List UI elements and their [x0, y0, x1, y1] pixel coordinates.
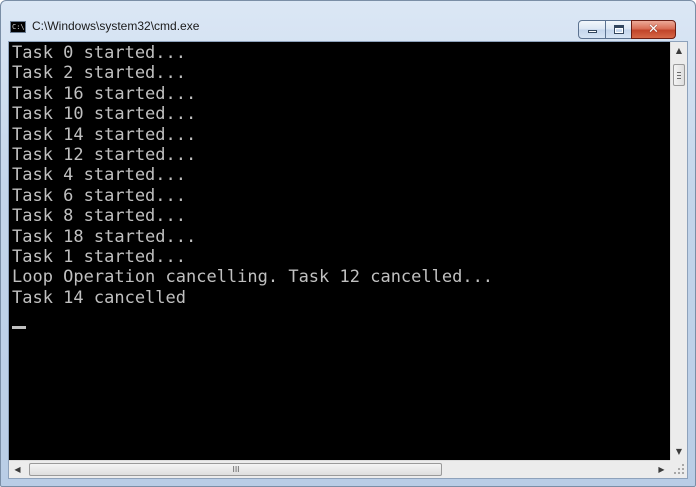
close-icon: ✕	[648, 22, 659, 37]
console-line: Task 10 started...	[12, 104, 197, 125]
cmd-window: C:\ C:\Windows\system32\cmd.exe ✕ Task 0…	[0, 0, 696, 487]
text-cursor	[12, 326, 26, 329]
grip-dot	[674, 472, 676, 474]
console-line: Task 4 started...	[12, 165, 186, 186]
console-line: Task 18 started...	[12, 226, 197, 247]
horizontal-scroll-thumb[interactable]: III	[29, 463, 442, 476]
scroll-down-arrow-icon[interactable]: ▼	[671, 443, 687, 460]
console-output[interactable]: Task 0 started... Task 2 started... Task…	[9, 42, 670, 460]
title-bar[interactable]: C:\ C:\Windows\system32\cmd.exe ✕	[1, 1, 695, 41]
grip-dot	[682, 472, 684, 474]
grip-dot	[678, 468, 680, 470]
window-title: C:\Windows\system32\cmd.exe	[32, 19, 200, 33]
grip-line	[677, 75, 681, 76]
grip-dot	[678, 472, 680, 474]
minimize-button[interactable]	[578, 20, 606, 39]
grip-dot	[682, 468, 684, 470]
maximize-icon	[614, 25, 624, 34]
console-line: Task 0 started...	[12, 43, 186, 63]
console-line: Task 14 cancelled	[12, 287, 186, 308]
console-line: Task 2 started...	[12, 63, 186, 84]
maximize-button[interactable]	[605, 20, 632, 39]
console-app-icon[interactable]: C:\	[10, 21, 26, 33]
scroll-left-arrow-icon[interactable]: ◀	[9, 461, 26, 478]
grip-line	[677, 72, 681, 73]
console-line: Task 16 started...	[12, 83, 197, 104]
console-line: Task 14 started...	[12, 124, 197, 145]
vertical-scroll-thumb[interactable]	[673, 64, 685, 86]
console-lines: Task 0 started... Task 2 started... Task…	[12, 43, 493, 308]
grip-dot	[682, 464, 684, 466]
console-line: Task 1 started...	[12, 246, 186, 267]
console-line: Task 8 started...	[12, 206, 186, 227]
scroll-right-arrow-icon[interactable]: ▶	[653, 461, 670, 478]
resize-grip-icon[interactable]	[670, 460, 687, 478]
console-line: Task 6 started...	[12, 185, 186, 206]
console-line: Task 12 started...	[12, 144, 197, 165]
minimize-icon	[588, 30, 597, 33]
console-line: Loop Operation cancelling. Task 12 cance…	[12, 267, 494, 288]
vertical-scrollbar[interactable]: ▲ ▼	[670, 42, 687, 460]
horizontal-scrollbar[interactable]: ◀ III ▶	[9, 460, 670, 478]
close-button[interactable]: ✕	[631, 20, 676, 39]
thumb-grip-icon: III	[232, 465, 240, 474]
console-client-area: Task 0 started... Task 2 started... Task…	[8, 41, 688, 479]
grip-line	[677, 78, 681, 79]
scroll-up-arrow-icon[interactable]: ▲	[671, 42, 687, 59]
